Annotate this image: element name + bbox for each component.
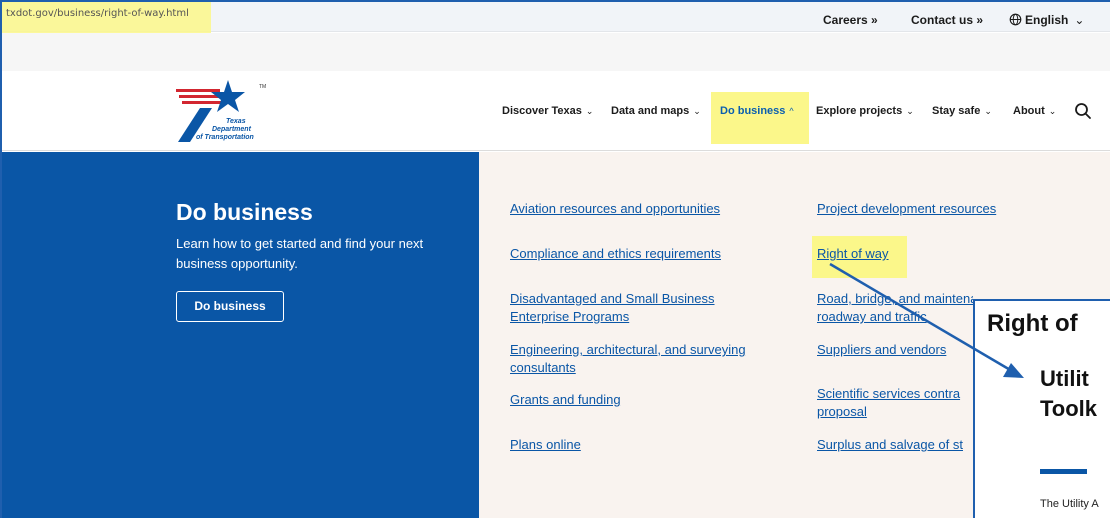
chevron-down-icon: ⌄: [1074, 13, 1085, 27]
utility-bar: [2, 33, 1110, 71]
menu-link-aviation[interactable]: Aviation resources and opportunities: [510, 200, 720, 218]
logo-line-1: Texas: [226, 118, 246, 125]
menu-link-compliance[interactable]: Compliance and ethics requirements: [510, 245, 721, 263]
nav-explore-projects[interactable]: Explore projects ⌄: [816, 105, 914, 117]
callout-accent-rule: [1040, 469, 1087, 474]
language-label: English: [1025, 13, 1069, 27]
menu-link-suppliers[interactable]: Suppliers and vendors: [817, 341, 946, 359]
callout-title: Right of: [987, 310, 1078, 337]
menu-link-plans-online[interactable]: Plans online: [510, 436, 581, 454]
menu-link-road-bridge[interactable]: Road, bridge, and maintenance contractor…: [817, 290, 973, 326]
chevron-down-icon: ⌄: [906, 106, 914, 116]
nav-about[interactable]: About ⌄: [1013, 105, 1056, 117]
callout-heading-line-2: Toolk: [1040, 396, 1098, 421]
menu-link-surplus[interactable]: Surplus and salvage of st: [817, 436, 963, 454]
nav-label: About: [1013, 105, 1045, 117]
menu-link-dbe[interactable]: Disadvantaged and Small Business Enterpr…: [510, 290, 772, 326]
nav-data-and-maps[interactable]: Data and maps ⌄: [611, 105, 701, 117]
callout-heading-line-1: Utilit: [1040, 366, 1089, 391]
menu-link-right-of-way[interactable]: Right of way: [817, 245, 889, 263]
panel-title: Do business: [176, 199, 313, 225]
nav-label: Data and maps: [611, 105, 690, 117]
browser-url[interactable]: txdot.gov/business/right-of-way.html: [6, 8, 189, 19]
search-icon[interactable]: [1074, 102, 1092, 120]
nav-label: Explore projects: [816, 105, 903, 117]
callout-body-text: The Utility A: [1040, 498, 1099, 510]
menu-link-project-development[interactable]: Project development resources: [817, 200, 996, 218]
contact-us-link[interactable]: Contact us »: [911, 13, 983, 27]
globe-icon: [1009, 13, 1022, 26]
logo-line-3: of Transportation: [196, 134, 254, 141]
logo-line-2: Department: [212, 126, 251, 133]
chevron-down-icon: ⌄: [693, 106, 701, 116]
chevron-down-icon: ⌄: [984, 106, 992, 116]
nav-do-business[interactable]: Do business ^: [720, 105, 794, 117]
chevron-up-icon: ^: [789, 106, 794, 116]
do-business-button[interactable]: Do business: [176, 291, 284, 322]
language-selector[interactable]: English ⌄: [1009, 13, 1084, 27]
nav-stay-safe[interactable]: Stay safe ⌄: [932, 105, 992, 117]
chevron-down-icon: ⌄: [1048, 106, 1057, 116]
nav-label: Discover Texas: [502, 105, 582, 117]
menu-link-engineering[interactable]: Engineering, architectural, and surveyin…: [510, 341, 792, 377]
menu-link-scientific-services[interactable]: Scientific services contra: [817, 385, 960, 403]
careers-link[interactable]: Careers »: [823, 13, 878, 27]
menu-link-proposal[interactable]: proposal: [817, 403, 867, 421]
nav-discover-texas[interactable]: Discover Texas ⌄: [502, 105, 593, 117]
txdot-logo[interactable]: TM Texas Department of Transportation: [170, 78, 270, 148]
nav-label: Stay safe: [932, 105, 981, 117]
nav-highlight: [711, 92, 809, 144]
nav-label: Do business: [720, 105, 786, 117]
panel-description: Learn how to get started and find your n…: [176, 236, 424, 271]
chevron-down-icon: ⌄: [585, 106, 594, 116]
logo-trademark: TM: [259, 84, 267, 90]
menu-link-grants[interactable]: Grants and funding: [510, 391, 621, 409]
menu-link-road-clip: Road, bridge, and maintenance contractor…: [817, 290, 973, 330]
